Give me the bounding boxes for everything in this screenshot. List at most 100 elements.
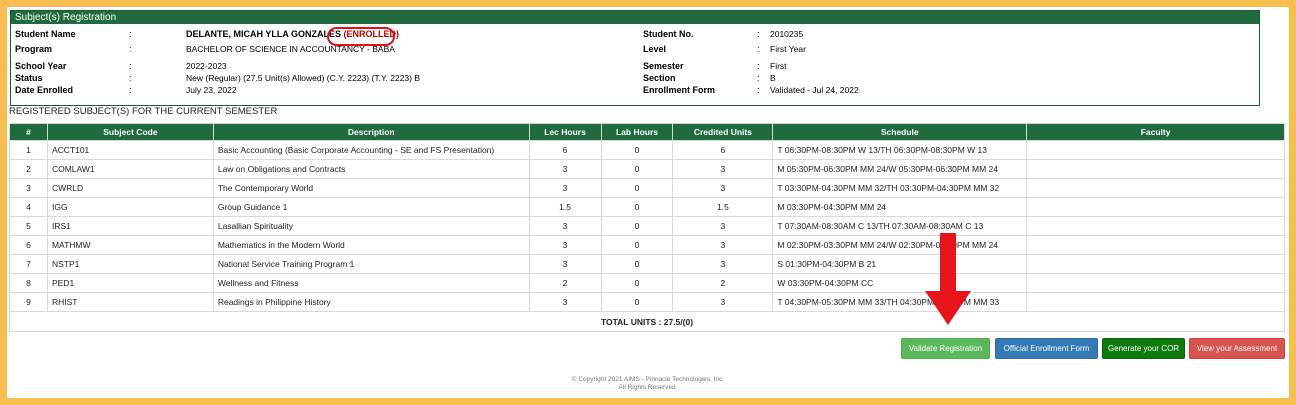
cell-lec-hours: 3 — [528, 216, 602, 236]
cell-credited-units: 6 — [672, 140, 774, 160]
cell-lec-hours: 2 — [528, 273, 602, 293]
cell-description: Group Guidance 1 — [212, 197, 530, 217]
cell-lab-hours: 0 — [600, 273, 674, 293]
program-label: Program — [15, 44, 53, 54]
cell-row-number: 6 — [9, 235, 48, 255]
student-name-text: DELANTE, MICAH YLLA GONZALES — [186, 29, 341, 39]
cell-row-number: 7 — [9, 254, 48, 274]
view-assessment-button[interactable]: View your Assessment — [1189, 338, 1285, 359]
cell-schedule: M 05:30PM-06:30PM MM 24/W 05:30PM-06:30P… — [772, 159, 1028, 179]
cell-description: The Contemporary World — [212, 178, 530, 198]
cell-schedule: T 04:30PM-05:30PM MM 33/TH 04:30PM-05:30… — [772, 292, 1028, 312]
cell-subject-code: CWRLD — [46, 178, 214, 198]
section-value: B — [770, 73, 776, 83]
cell-description: Lasallian Spirituality — [212, 216, 530, 236]
cell-lab-hours: 0 — [600, 140, 674, 160]
student-name-label: Student Name — [15, 29, 76, 39]
table-row: 3 CWRLD The Contemporary World 3 0 3 T 03:30PM… — [9, 178, 1285, 198]
cell-lec-hours: 3 — [528, 235, 602, 255]
validate-registration-button[interactable]: Validate Registration — [901, 338, 990, 359]
total-units-row: TOTAL UNITS : 27.5/(0) — [9, 311, 1285, 332]
enrollment-form-value: Validated - Jul 24, 2022 — [770, 85, 859, 95]
col-header-credited-units: Credited Units — [672, 123, 774, 141]
cell-row-number: 2 — [9, 159, 48, 179]
cell-faculty — [1026, 140, 1285, 160]
cell-faculty — [1026, 273, 1285, 293]
cell-row-number: 4 — [9, 197, 48, 217]
table-row: 1 ACCT101 Basic Accounting (Basic Corporat… — [9, 140, 1285, 160]
cell-credited-units: 3 — [672, 216, 774, 236]
cell-lab-hours: 0 — [600, 292, 674, 312]
cell-row-number: 8 — [9, 273, 48, 293]
colon: : — [757, 29, 760, 39]
cell-row-number: 1 — [9, 140, 48, 160]
section-label: Section — [643, 73, 676, 83]
cell-lec-hours: 6 — [528, 140, 602, 160]
date-enrolled-label: Date Enrolled — [15, 85, 74, 95]
cell-credited-units: 3 — [672, 235, 774, 255]
cell-lab-hours: 0 — [600, 178, 674, 198]
cell-subject-code: PED1 — [46, 273, 214, 293]
cell-lec-hours: 3 — [528, 178, 602, 198]
cell-schedule: T 07:30AM-08:30AM C 13/TH 07:30AM-08:30A… — [772, 216, 1028, 236]
status-value: New (Regular) (27.5 Unit(s) Allowed) (C.… — [186, 73, 421, 83]
cell-row-number: 9 — [9, 292, 48, 312]
school-year-label: School Year — [15, 61, 67, 71]
generate-cor-button[interactable]: Generate your COR — [1102, 338, 1185, 359]
cell-credited-units: 3 — [672, 159, 774, 179]
cell-lab-hours: 0 — [600, 216, 674, 236]
cell-credited-units: 3 — [672, 178, 774, 198]
subjects-table: # Subject Code Description Lec Hours Lab… — [9, 123, 1285, 332]
col-header-schedule: Schedule — [772, 123, 1028, 141]
cell-lec-hours: 1.5 — [528, 197, 602, 217]
colon: : — [757, 44, 760, 54]
semester-value: First — [770, 61, 787, 71]
table-header-row: # Subject Code Description Lec Hours Lab… — [9, 123, 1285, 141]
cell-credited-units: 1.5 — [672, 197, 774, 217]
red-arrow-annotation — [925, 233, 971, 325]
enrolled-highlight-circle — [327, 27, 395, 46]
semester-label: Semester — [643, 61, 684, 71]
cell-subject-code: ACCT101 — [46, 140, 214, 160]
table-row: 6 MATHMW Mathematics in the Modern World 3 0… — [9, 235, 1285, 255]
school-year-value: 2022-2023 — [186, 61, 227, 71]
arrow-shaft — [940, 233, 956, 295]
cell-subject-code: COMLAW1 — [46, 159, 214, 179]
cell-description: National Service Training Program 1 — [212, 254, 530, 274]
colon: : — [757, 85, 760, 95]
colon: : — [129, 61, 132, 71]
table-row: 5 IRS1 Lasallian Spirituality 3 0 3 T 07:30AM-… — [9, 216, 1285, 236]
cell-subject-code: RHIST — [46, 292, 214, 312]
cell-faculty — [1026, 254, 1285, 274]
colon: : — [129, 85, 132, 95]
cell-faculty — [1026, 159, 1285, 179]
colon: : — [129, 29, 132, 39]
official-enrollment-form-button[interactable]: Official Enrollment Form — [995, 338, 1098, 359]
level-label: Level — [643, 44, 667, 54]
registration-panel: Subject(s) Registration Student Name : D… — [10, 10, 1260, 106]
cell-credited-units: 3 — [672, 292, 774, 312]
date-enrolled-value: July 23, 2022 — [186, 85, 237, 95]
panel-title: Subject(s) Registration — [11, 11, 1259, 24]
colon: : — [757, 73, 760, 83]
cell-lec-hours: 3 — [528, 159, 602, 179]
cell-schedule: W 03:30PM-04:30PM CC — [772, 273, 1028, 293]
student-no-value: 2010235 — [770, 29, 804, 39]
table-row: 7 NSTP1 National Service Training Program … — [9, 254, 1285, 274]
cell-lec-hours: 3 — [528, 254, 602, 274]
cell-subject-code: MATHMW — [46, 235, 214, 255]
total-units: TOTAL UNITS : 27.5/(0) — [9, 311, 1285, 332]
cell-credited-units: 3 — [672, 254, 774, 274]
col-header-faculty: Faculty — [1026, 123, 1285, 141]
cell-subject-code: IRS1 — [46, 216, 214, 236]
arrow-head — [925, 291, 971, 325]
cell-description: Basic Accounting (Basic Corporate Accoun… — [212, 140, 530, 160]
colon: : — [129, 73, 132, 83]
cell-lab-hours: 0 — [600, 254, 674, 274]
cell-subject-code: NSTP1 — [46, 254, 214, 274]
cell-lab-hours: 0 — [600, 197, 674, 217]
cell-schedule: S 01:30PM-04:30PM B 21 — [772, 254, 1028, 274]
cell-schedule: T 03:30PM-04:30PM MM 32/TH 03:30PM-04:30… — [772, 178, 1028, 198]
table-row: 9 RHIST Readings in Philippine History 3 0 3 T… — [9, 292, 1285, 312]
cell-schedule: M 03:30PM-04:30PM MM 24 — [772, 197, 1028, 217]
